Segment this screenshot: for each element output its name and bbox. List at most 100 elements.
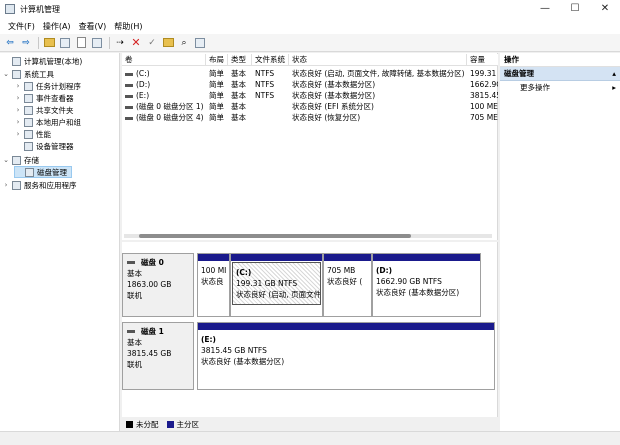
check-icon[interactable]: ✓ <box>145 36 159 50</box>
disk-status: 联机 <box>127 291 142 300</box>
partition[interactable]: 705 MB 状态良好 ( <box>323 253 372 317</box>
tree-item-storage[interactable]: ⌄ 存储 <box>2 154 118 166</box>
volume-icon <box>125 116 133 120</box>
connect-icon[interactable]: ⇢ <box>113 36 127 50</box>
column-header-type[interactable]: 类型 <box>228 54 252 66</box>
table-row[interactable]: (磁盘 0 磁盘分区 4) 简单 基本 状态良好 (恢复分区) 705 ME <box>122 112 498 123</box>
scrollbar-thumb[interactable] <box>139 234 411 238</box>
column-header-capacity[interactable]: 容量 <box>467 54 498 66</box>
volume-name-cell: (磁盘 0 磁盘分区 1) <box>122 101 206 112</box>
disk-name: 磁盘 1 <box>141 327 164 336</box>
show-hide-action-pane-icon[interactable] <box>90 36 104 50</box>
tree-item-event-viewer[interactable]: › 事件查看器 <box>14 92 118 104</box>
tree-item-local-users-groups[interactable]: › 本地用户和组 <box>14 116 118 128</box>
partition-status: 状态良好 (基本数据分区) <box>376 288 460 297</box>
menu-action[interactable]: 操作(A) <box>39 21 75 32</box>
table-row[interactable]: (磁盘 0 磁盘分区 1) 简单 基本 状态良好 (EFI 系统分区) 100 … <box>122 101 498 112</box>
table-row[interactable]: (D:) 简单 基本 NTFS 状态良好 (基本数据分区) 1662.9C <box>122 79 498 90</box>
type-cell: 基本 <box>231 102 246 111</box>
partition-size: 3815.45 GB NTFS <box>201 346 267 355</box>
volume-icon <box>125 94 133 98</box>
up-folder-icon[interactable] <box>42 36 56 50</box>
back-arrow-icon[interactable]: ⇦ <box>3 36 17 50</box>
delete-icon[interactable]: ✕ <box>129 36 143 50</box>
collapse-arrow-icon[interactable]: ▴ <box>612 67 616 80</box>
chevron-right-icon[interactable]: › <box>14 82 22 90</box>
type-cell: 基本 <box>231 113 246 122</box>
chevron-right-icon[interactable]: › <box>14 130 22 138</box>
chevron-down-icon[interactable]: ⌄ <box>2 156 10 164</box>
column-header-volume[interactable]: 卷 <box>122 54 206 66</box>
column-header-filesystem[interactable]: 文件系统 <box>252 54 289 66</box>
chevron-right-icon[interactable]: › <box>14 94 22 102</box>
toolbar: ⇦ ⇨ ⇢ ✕ ✓ ⌕ <box>0 34 620 52</box>
minimize-button[interactable]: — <box>530 0 560 18</box>
volume-icon <box>125 72 133 76</box>
properties-icon[interactable] <box>74 36 88 50</box>
partition[interactable]: 100 MI 状态良 <box>197 253 230 317</box>
horizontal-scrollbar[interactable] <box>124 234 492 238</box>
chevron-right-icon[interactable]: › <box>14 106 22 114</box>
tree-item-services-apps[interactable]: › 服务和应用程序 <box>2 179 118 191</box>
tree-item-label: 共享文件夹 <box>36 105 74 115</box>
view-icon[interactable] <box>193 36 207 50</box>
partition-status: 状态良好 ( <box>327 277 363 286</box>
table-row[interactable]: (C:) 简单 基本 NTFS 状态良好 (启动, 页面文件, 故障转储, 基本… <box>122 68 498 79</box>
chevron-right-icon[interactable]: › <box>14 118 22 126</box>
title-bar: 计算机管理 — ☐ ✕ <box>0 0 620 18</box>
partition-e[interactable]: (E:) 3815.45 GB NTFS 状态良好 (基本数据分区) <box>197 322 495 390</box>
disk-info[interactable]: 磁盘 1 基本 3815.45 GB 联机 <box>122 322 194 390</box>
menu-help[interactable]: 帮助(H) <box>110 21 146 32</box>
chevron-down-icon[interactable]: ⌄ <box>2 70 10 78</box>
volume-icon <box>125 105 133 109</box>
partition-size: 1662.90 GB NTFS <box>376 277 442 286</box>
layout-cell: 简单 <box>209 102 224 111</box>
window-title: 计算机管理 <box>20 4 60 14</box>
table-row[interactable]: (E:) 简单 基本 NTFS 状态良好 (基本数据分区) 3815.45 <box>122 90 498 101</box>
menu-file[interactable]: 文件(F) <box>4 21 39 32</box>
chevron-right-icon[interactable]: › <box>2 181 10 189</box>
tree-item-system-tools[interactable]: ⌄ 系统工具 <box>2 68 118 80</box>
more-actions-item[interactable]: 更多操作 ▸ <box>500 81 620 95</box>
partition-d[interactable]: (D:) 1662.90 GB NTFS 状态良好 (基本数据分区) <box>372 253 481 317</box>
tree-item-computer-management[interactable]: 计算机管理(本地) <box>2 55 118 67</box>
layout-cell: 简单 <box>209 113 224 122</box>
disk-size: 3815.45 GB <box>127 349 172 358</box>
open-folder-icon[interactable] <box>161 36 175 50</box>
tree-item-shared-folders[interactable]: › 共享文件夹 <box>14 104 118 116</box>
disk-name: 磁盘 0 <box>141 258 164 267</box>
unallocated-swatch <box>126 420 133 428</box>
close-button[interactable]: ✕ <box>590 0 620 18</box>
partition-status: 状态良 <box>201 277 224 286</box>
performance-icon <box>24 129 33 139</box>
console-tree-icon[interactable] <box>58 36 72 50</box>
tree-item-label: 设备管理器 <box>36 141 74 151</box>
tree-item-label: 任务计划程序 <box>36 81 81 91</box>
layout-cell: 简单 <box>209 69 224 78</box>
status-cell: 状态良好 (基本数据分区) <box>292 91 376 100</box>
maximize-button[interactable]: ☐ <box>560 0 590 18</box>
menu-view[interactable]: 查看(V) <box>75 21 111 32</box>
storage-icon <box>12 155 21 165</box>
layout-cell: 简单 <box>209 91 224 100</box>
tree-item-device-manager[interactable]: 设备管理器 <box>14 140 118 152</box>
partition-bar <box>198 254 229 261</box>
actions-section-disk-management[interactable]: 磁盘管理 ▴ <box>500 67 620 81</box>
disk-info[interactable]: 磁盘 0 基本 1863.00 GB 联机 <box>122 253 194 317</box>
tree-item-label: 系统工具 <box>24 69 54 79</box>
search-icon[interactable]: ⌕ <box>177 36 191 50</box>
tree-item-label: 服务和应用程序 <box>24 180 77 190</box>
tree-item-label: 事件查看器 <box>36 93 74 103</box>
tree-item-task-scheduler[interactable]: › 任务计划程序 <box>14 80 118 92</box>
tree-item-performance[interactable]: › 性能 <box>14 128 118 140</box>
tree-item-disk-management[interactable]: 磁盘管理 <box>14 166 72 178</box>
status-bar <box>0 431 620 445</box>
capacity-cell: 705 ME <box>470 113 498 122</box>
users-icon <box>24 117 33 127</box>
column-header-status[interactable]: 状态 <box>289 54 467 66</box>
forward-arrow-icon[interactable]: ⇨ <box>19 36 33 50</box>
partition-c[interactable]: (C:) 199.31 GB NTFS 状态良好 (启动, 页面文件 <box>230 253 323 317</box>
tree-item-label: 磁盘管理 <box>37 167 67 177</box>
shared-folder-icon <box>24 105 33 115</box>
column-header-layout[interactable]: 布局 <box>206 54 228 66</box>
